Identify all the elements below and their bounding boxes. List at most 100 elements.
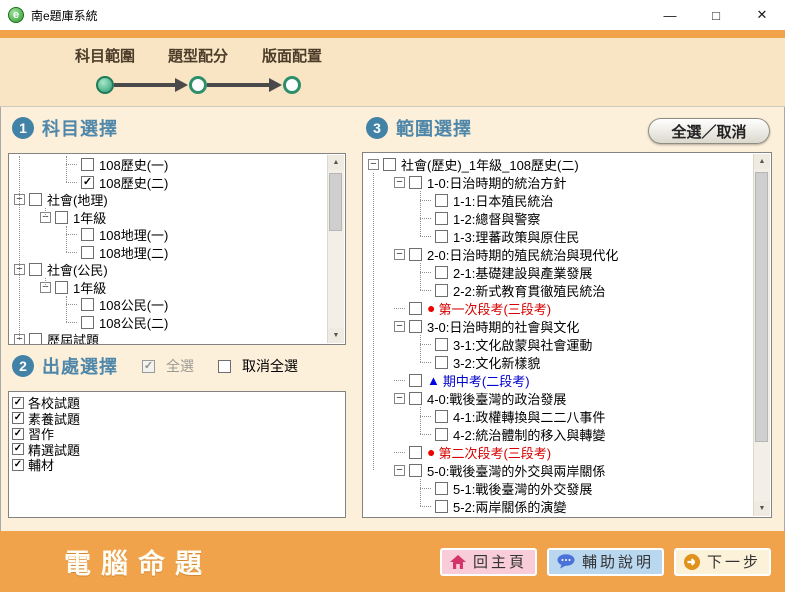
tree-item[interactable]: −社會(公民) — [10, 261, 328, 279]
scroll-up-button[interactable]: ▲ — [328, 155, 344, 170]
collapse-toggle-icon[interactable]: − — [394, 321, 405, 332]
checkbox[interactable]: ✓ — [12, 412, 24, 424]
step-circle-current[interactable] — [96, 76, 114, 94]
tree-item[interactable]: 108公民(一) — [10, 296, 328, 314]
tree-item[interactable]: 3-2:文化新樣貌 — [364, 353, 754, 371]
checkbox[interactable]: ✓ — [12, 428, 24, 440]
tree-item[interactable]: ✓108歷史(二) — [10, 174, 328, 192]
tree-item[interactable]: 2-1:基礎建設與產業發展 — [364, 263, 754, 281]
next-step-button[interactable]: 下一步 — [674, 548, 771, 576]
source-list-item[interactable]: ✓素養試題 — [9, 411, 345, 427]
tree-item[interactable]: 4-1:政權轉換與二二八事件 — [364, 407, 754, 425]
tree-item[interactable]: −1年級 — [10, 279, 328, 297]
checkbox[interactable] — [435, 482, 448, 495]
tree-item[interactable]: 108地理(二) — [10, 244, 328, 262]
tree-item[interactable]: 4-2:統治體制的移入與轉變 — [364, 425, 754, 443]
maximize-button[interactable]: □ — [693, 0, 739, 30]
tree-item[interactable]: 3-1:文化啟蒙與社會運動 — [364, 335, 754, 353]
tree-item[interactable]: 108歷史(一) — [10, 156, 328, 174]
collapse-toggle-icon[interactable]: − — [394, 177, 405, 188]
collapse-toggle-icon[interactable]: − — [394, 249, 405, 260]
select-all-checkbox[interactable]: ✓ — [142, 360, 155, 373]
checkbox[interactable] — [81, 298, 94, 311]
scrollbar-thumb[interactable] — [329, 173, 342, 231]
scroll-up-button[interactable]: ▲ — [754, 154, 770, 169]
tree-item[interactable]: −2-0:日治時期的殖民統治與現代化 — [364, 245, 754, 263]
checkbox[interactable] — [409, 320, 422, 333]
collapse-toggle-icon[interactable]: − — [394, 465, 405, 476]
scrollbar[interactable]: ▲ ▼ — [753, 154, 770, 516]
checkbox[interactable] — [435, 212, 448, 225]
checkbox[interactable] — [435, 410, 448, 423]
close-button[interactable]: ✕ — [739, 0, 785, 30]
tree-item[interactable]: −1-0:日治時期的統治方針 — [364, 173, 754, 191]
checkbox[interactable] — [435, 194, 448, 207]
tree-item[interactable]: −歷屆試題 — [10, 331, 328, 344]
checkbox[interactable] — [409, 248, 422, 261]
checkbox[interactable] — [435, 356, 448, 369]
scroll-down-button[interactable]: ▼ — [754, 501, 770, 516]
checkbox[interactable] — [435, 428, 448, 441]
checkbox[interactable]: ✓ — [12, 443, 24, 455]
deselect-all-checkbox[interactable] — [218, 360, 231, 373]
tree-item[interactable]: 5-1:戰後臺灣的外交發展 — [364, 479, 754, 497]
tree-item[interactable]: −3-0:日治時期的社會與文化 — [364, 317, 754, 335]
checkbox[interactable]: ✓ — [81, 176, 94, 189]
next-step-button-label: 下一步 — [707, 551, 761, 572]
tree-item[interactable]: −社會(歷史)_1年級_108歷史(二) — [364, 155, 754, 173]
tree-item[interactable]: 5-2:兩岸關係的演變 — [364, 497, 754, 515]
select-all-toggle-button[interactable]: 全選／取消 — [648, 118, 770, 144]
tree-item[interactable]: ●第一次段考(三段考) — [364, 299, 754, 317]
tree-item[interactable]: −4-0:戰後臺灣的政治發展 — [364, 389, 754, 407]
checkbox[interactable] — [55, 211, 68, 224]
checkbox[interactable] — [81, 316, 94, 329]
minimize-button[interactable]: — — [647, 0, 693, 30]
tree-item[interactable]: 108地理(一) — [10, 226, 328, 244]
tree-item[interactable]: 1-2:總督與警察 — [364, 209, 754, 227]
source-list-item[interactable]: ✓輔材 — [9, 457, 345, 473]
step-circle-upcoming[interactable] — [283, 76, 301, 94]
source-list-item[interactable]: ✓精選試題 — [9, 442, 345, 458]
scroll-down-button[interactable]: ▼ — [328, 328, 344, 343]
checkbox[interactable] — [29, 193, 42, 206]
checkbox[interactable] — [435, 266, 448, 279]
deselect-all-option[interactable]: 取消全選 — [218, 356, 298, 376]
checkbox[interactable] — [409, 302, 422, 315]
checkbox[interactable]: ✓ — [12, 459, 24, 471]
checkbox[interactable] — [435, 338, 448, 351]
checkbox[interactable] — [409, 464, 422, 477]
checkbox[interactable] — [81, 246, 94, 259]
scrollbar[interactable]: ▲ ▼ — [327, 155, 344, 343]
checkbox[interactable] — [435, 500, 448, 513]
collapse-toggle-icon[interactable]: − — [368, 159, 379, 170]
checkbox[interactable] — [383, 158, 396, 171]
checkbox[interactable] — [409, 374, 422, 387]
checkbox[interactable] — [81, 228, 94, 241]
tree-item[interactable]: 1-3:理蕃政策與原住民 — [364, 227, 754, 245]
select-all-option[interactable]: ✓ 全選 — [142, 356, 194, 376]
home-button[interactable]: 回主頁 — [440, 548, 537, 576]
tree-item[interactable]: ●第二次段考(三段考) — [364, 443, 754, 461]
tree-item[interactable]: −社會(地理) — [10, 191, 328, 209]
checkbox[interactable] — [29, 263, 42, 276]
step-circle-upcoming[interactable] — [189, 76, 207, 94]
checkbox[interactable] — [409, 176, 422, 189]
scrollbar-thumb[interactable] — [755, 172, 768, 442]
checkbox[interactable] — [409, 446, 422, 459]
tree-item[interactable]: 2-2:新式教育貫徹殖民統治 — [364, 281, 754, 299]
help-button[interactable]: 輔助說明 — [547, 548, 664, 576]
tree-item[interactable]: 108公民(二) — [10, 314, 328, 332]
tree-item[interactable]: ▲期中考(二段考) — [364, 371, 754, 389]
checkbox[interactable] — [435, 284, 448, 297]
checkbox[interactable]: ✓ — [12, 397, 24, 409]
collapse-toggle-icon[interactable]: − — [394, 393, 405, 404]
checkbox[interactable] — [29, 333, 42, 344]
checkbox[interactable] — [55, 281, 68, 294]
title-bar: e 南e題庫系統 — □ ✕ — [0, 0, 785, 30]
tree-item[interactable]: −5-0:戰後臺灣的外交與兩岸關係 — [364, 461, 754, 479]
checkbox[interactable] — [81, 158, 94, 171]
checkbox[interactable] — [435, 230, 448, 243]
tree-item[interactable]: −1年級 — [10, 209, 328, 227]
checkbox[interactable] — [409, 392, 422, 405]
tree-item[interactable]: 1-1:日本殖民統治 — [364, 191, 754, 209]
